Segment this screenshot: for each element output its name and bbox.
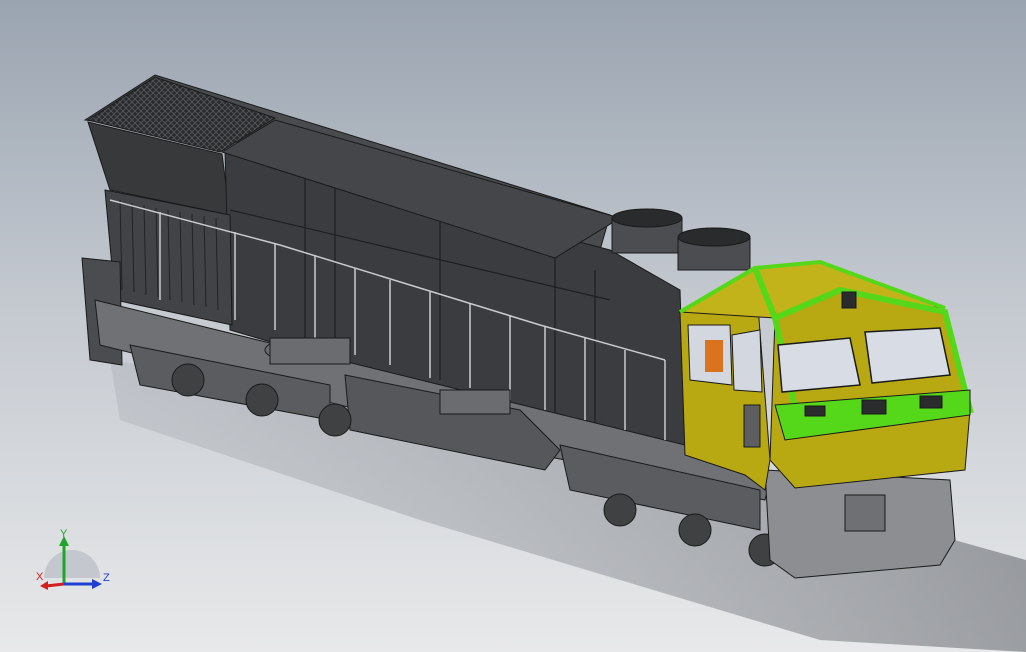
cab-vent — [743, 404, 761, 448]
cab-interior-orange — [705, 340, 723, 372]
windshield-right[interactable] — [864, 327, 951, 384]
exhaust-stack-1 — [611, 208, 683, 254]
cab-side-door-window[interactable] — [731, 329, 763, 393]
view-orientation-triad: Y Z X — [36, 528, 110, 590]
exhaust-stack-2 — [677, 227, 751, 271]
x-axis-line — [45, 582, 65, 588]
locomotive-model[interactable] — [0, 0, 1026, 652]
y-axis-label: Y — [60, 528, 68, 540]
z-axis-arrow-icon — [92, 579, 102, 589]
x-axis-label: X — [36, 571, 44, 583]
cad-viewport[interactable]: Y Z X — [0, 0, 1026, 652]
coupler-box — [844, 494, 886, 532]
z-axis-label: Z — [103, 572, 110, 584]
windshield-left[interactable] — [777, 337, 861, 393]
